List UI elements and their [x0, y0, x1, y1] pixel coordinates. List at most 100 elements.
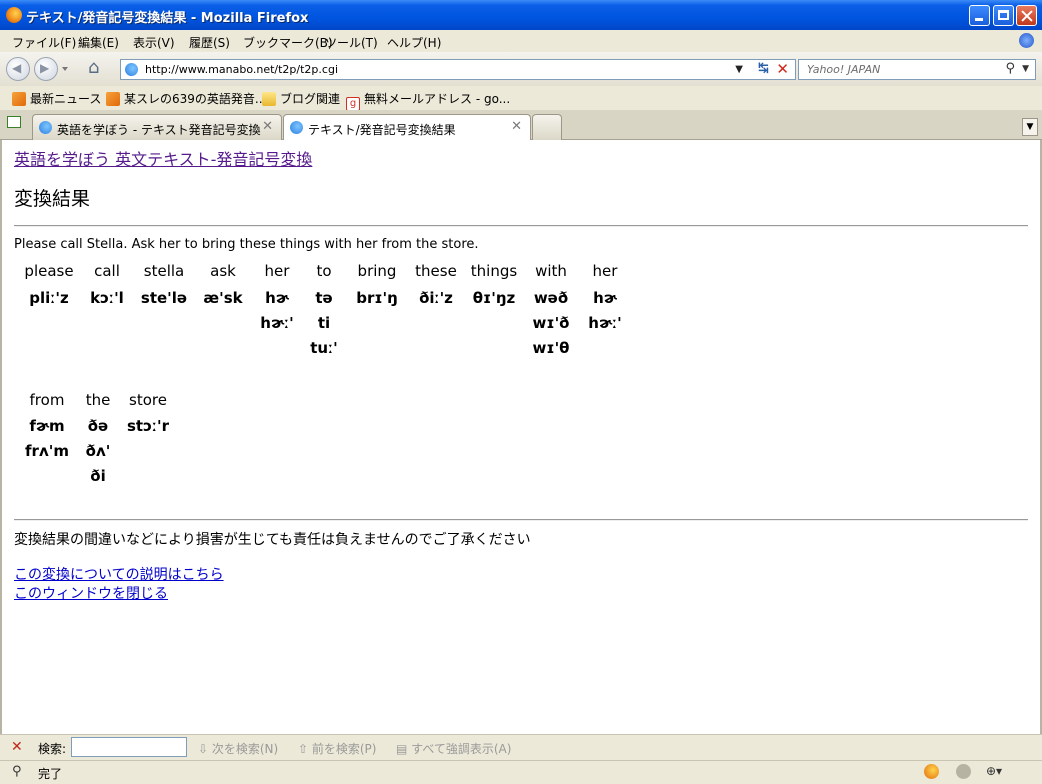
- ipa-pronunciation: æ'sk: [203, 289, 243, 307]
- forward-button[interactable]: ▶: [34, 57, 58, 81]
- top-link[interactable]: 英語を学ぼう 英文テキスト-発音記号変換: [14, 146, 312, 170]
- ipa-pronunciation: pliː'z: [29, 289, 69, 307]
- tab-favicon-icon: [39, 121, 52, 134]
- ipa-pronunciation: hɚ: [593, 289, 617, 307]
- close-button[interactable]: [1016, 5, 1037, 26]
- mail-icon: g: [346, 97, 360, 111]
- tab-conversion-result[interactable]: テキスト/発音記号変換結果 ✕: [283, 114, 531, 141]
- menu-tools[interactable]: ツール(T): [325, 34, 378, 51]
- search-icon[interactable]: ⚲: [1005, 61, 1015, 76]
- find-next-label: 次を検索(N): [211, 742, 279, 756]
- close-window-link[interactable]: このウィンドウを閉じる: [14, 583, 168, 603]
- search-engine-dropdown-icon[interactable]: ▼: [1022, 64, 1029, 74]
- ipa-pronunciation: hɚː': [260, 314, 294, 332]
- home-icon[interactable]: ⌂: [88, 59, 99, 77]
- tab-close-icon[interactable]: ✕: [262, 119, 273, 134]
- explanation-link[interactable]: この変換についての説明はこちら: [14, 564, 224, 584]
- back-button[interactable]: ◀: [6, 57, 30, 81]
- bookmark-item[interactable]: g 無料メールアドレス - go...: [346, 90, 510, 111]
- ipa-pronunciation: fɚm: [29, 417, 65, 435]
- menu-bookmarks[interactable]: ブックマーク(B): [243, 34, 333, 51]
- bookmark-folder[interactable]: ブログ関連: [262, 90, 340, 107]
- tab-empty[interactable]: [532, 114, 562, 140]
- disclaimer-text: 変換結果の間違いなどにより損害が生じても責任は負えませんのでご了承ください: [14, 532, 531, 548]
- word-label: store: [129, 391, 167, 409]
- find-input[interactable]: [71, 737, 187, 757]
- ipa-pronunciation: ðə: [87, 417, 109, 435]
- ipa-pronunciation: ðʌ': [85, 442, 111, 460]
- tab-list-dropdown-icon[interactable]: ▼: [1022, 118, 1038, 136]
- minimize-button[interactable]: [969, 5, 990, 26]
- word-label: to: [316, 262, 332, 280]
- tab-label: テキスト/発音記号変換結果: [308, 123, 456, 137]
- ipa-pronunciation: ti: [317, 314, 331, 332]
- ipa-pronunciation: tə: [315, 289, 333, 307]
- menu-file[interactable]: ファイル(F): [12, 34, 76, 51]
- tab-english-study[interactable]: 英語を学ぼう - テキスト発音記号変換 ✕: [32, 114, 282, 140]
- title-bar: テキスト/発音記号変換結果 - Mozilla Firefox: [0, 0, 1042, 30]
- bookmark-label: 最新ニュース: [30, 92, 102, 106]
- ipa-pronunciation: tuː': [310, 339, 338, 357]
- menu-view[interactable]: 表示(V): [133, 34, 175, 51]
- divider: [14, 519, 1028, 521]
- find-next-button[interactable]: ⇩ 次を検索(N): [198, 740, 278, 757]
- tab-favicon-icon: [290, 121, 303, 134]
- ipa-pronunciation: ste'lə: [140, 289, 188, 307]
- new-tab-icon[interactable]: [7, 116, 21, 128]
- addon-icon[interactable]: [924, 764, 939, 779]
- find-prev-label: 前を検索(P): [311, 742, 377, 756]
- maximize-button[interactable]: [993, 5, 1014, 26]
- find-bar: ✕ 検索: ⇩ 次を検索(N) ⇧ 前を検索(P) ▤ すべて強調表示(A): [0, 734, 1042, 760]
- word-label: these: [415, 262, 457, 280]
- word-label: stella: [143, 262, 185, 280]
- history-dropdown-icon[interactable]: [62, 67, 68, 71]
- highlight-all-button[interactable]: ▤ すべて強調表示(A): [396, 740, 511, 757]
- go-icon[interactable]: ↹: [758, 61, 769, 76]
- status-bar: ⚲ 完了 ⊕▾: [0, 760, 1042, 784]
- stop-icon[interactable]: ✕: [776, 60, 789, 78]
- address-dropdown-icon[interactable]: ▼: [735, 64, 743, 75]
- find-label: 検索:: [38, 742, 67, 756]
- bookmark-item[interactable]: 某スレの639の英語発音...: [106, 90, 266, 107]
- ipa-pronunciation: θɪ'ŋz: [472, 289, 516, 307]
- ipa-pronunciation: brɪ'ŋ: [356, 289, 398, 307]
- up-arrow-icon: ⇧: [298, 742, 312, 756]
- word-label: bring: [357, 262, 397, 280]
- bookmark-label: 某スレの639の英語発音...: [124, 92, 267, 106]
- highlight-icon: ▤: [396, 742, 412, 756]
- word-label: please: [24, 262, 74, 280]
- word-label: call: [94, 262, 120, 280]
- zoom-icon[interactable]: ⊕▾: [986, 764, 1002, 779]
- menu-bar: ファイル(F) 編集(E) 表示(V) 履歴(S) ブックマーク(B) ツール(…: [0, 30, 1042, 52]
- folder-icon: [262, 92, 276, 106]
- ipa-pronunciation: hɚː': [588, 314, 622, 332]
- find-close-icon[interactable]: ✕: [11, 739, 23, 755]
- menu-edit[interactable]: 編集(E): [78, 34, 119, 51]
- tab-label: 英語を学ぼう - テキスト発音記号変換: [57, 123, 261, 137]
- navigation-toolbar: ◀ ▶ ⌂ http://www.manabo.net/t2p/t2p.cgi …: [0, 52, 1042, 87]
- throbber-icon: [1019, 33, 1034, 48]
- menu-help[interactable]: ヘルプ(H): [387, 34, 441, 51]
- highlight-label: すべて強調表示(A): [411, 742, 512, 756]
- ipa-pronunciation: hɚ: [265, 289, 289, 307]
- search-box[interactable]: Yahoo! JAPAN ⚲ ▼: [798, 59, 1036, 80]
- security-icon[interactable]: [956, 764, 971, 779]
- divider: [14, 225, 1028, 227]
- window-title: テキスト/発音記号変換結果 - Mozilla Firefox: [26, 11, 309, 26]
- address-url[interactable]: http://www.manabo.net/t2p/t2p.cgi: [145, 63, 338, 76]
- tab-close-icon[interactable]: ✕: [511, 119, 522, 134]
- bookmarks-toolbar: 最新ニュース 某スレの639の英語発音... ブログ関連 g 無料メールアドレス …: [0, 86, 1042, 111]
- find-prev-button[interactable]: ⇧ 前を検索(P): [298, 740, 376, 757]
- bookmark-item[interactable]: 最新ニュース: [12, 90, 101, 107]
- address-bar[interactable]: http://www.manabo.net/t2p/t2p.cgi ▼ ↹ ✕: [120, 59, 796, 80]
- word-label: her: [592, 262, 618, 280]
- word-label: things: [470, 262, 518, 280]
- firefox-icon: [6, 7, 22, 23]
- menu-history[interactable]: 履歴(S): [189, 34, 230, 51]
- search-placeholder[interactable]: Yahoo! JAPAN: [807, 63, 880, 76]
- word-label: her: [264, 262, 290, 280]
- down-arrow-icon: ⇩: [198, 742, 212, 756]
- site-favicon-icon: [125, 63, 138, 76]
- ipa-pronunciation: frʌ'm: [25, 442, 69, 460]
- ipa-pronunciation: kɔː'l: [90, 289, 124, 307]
